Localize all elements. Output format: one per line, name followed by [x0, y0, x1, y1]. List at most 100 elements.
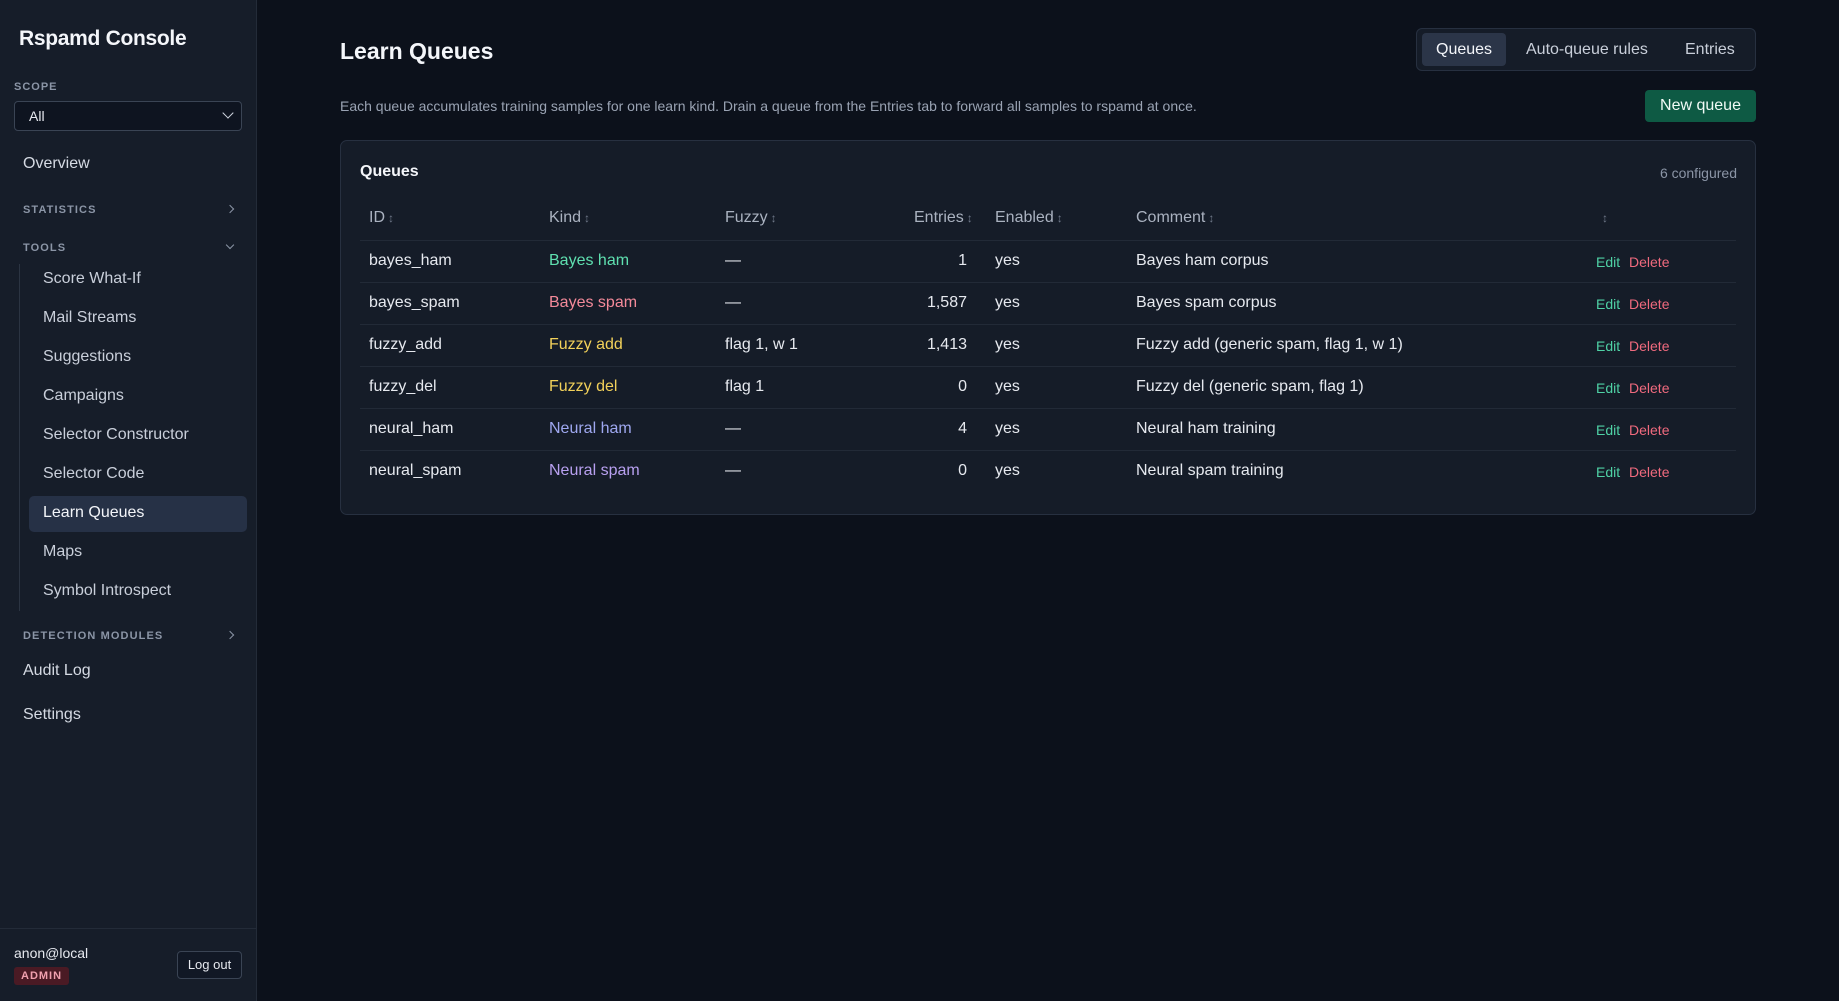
new-queue-button[interactable]: New queue: [1645, 90, 1756, 122]
queue-comment: Bayes spam corpus: [1136, 294, 1277, 311]
chevron-down-icon: [225, 240, 235, 250]
sidebar-item-maps[interactable]: Maps: [29, 535, 247, 571]
queue-enabled: yes: [995, 336, 1020, 353]
page-description: Each queue accumulates training samples …: [340, 98, 1197, 114]
sidebar-section-tools[interactable]: TOOLS: [23, 240, 235, 254]
delete-button[interactable]: Delete: [1629, 422, 1669, 438]
delete-button[interactable]: Delete: [1629, 338, 1669, 354]
queue-kind: Fuzzy del: [549, 378, 618, 395]
edit-button[interactable]: Edit: [1596, 296, 1620, 312]
queue-count: 6 configured: [1659, 165, 1737, 181]
queue-enabled: yes: [995, 462, 1020, 479]
chevron-right-icon: [225, 204, 235, 214]
queue-id: fuzzy_del: [369, 378, 437, 395]
sort-icon: ↕: [1056, 211, 1063, 225]
queue-entries: 4: [958, 420, 967, 437]
queue-id: bayes_ham: [369, 252, 452, 269]
tab-entries[interactable]: Entries: [1671, 33, 1749, 66]
scope-select[interactable]: All: [14, 101, 242, 131]
sidebar-section-label: TOOLS: [23, 242, 67, 254]
card-title: Queues: [360, 163, 419, 180]
table-row: bayes_ham Bayes ham — 1 yes Bayes ham co…: [360, 240, 1736, 282]
queue-comment: Neural ham training: [1136, 420, 1276, 437]
column-header-kind[interactable]: Kind ↕: [549, 209, 590, 227]
sort-icon: ↕: [1602, 211, 1608, 225]
queue-comment: Fuzzy del (generic spam, flag 1): [1136, 378, 1364, 395]
sidebar-item-selector-constructor[interactable]: Selector Constructor: [29, 418, 247, 454]
table-row: neural_spam Neural spam — 0 yes Neural s…: [360, 450, 1736, 492]
queue-entries: 0: [958, 378, 967, 395]
tab-auto-queue-rules[interactable]: Auto-queue rules: [1512, 33, 1662, 66]
queue-enabled: yes: [995, 252, 1020, 269]
queue-kind: Bayes ham: [549, 252, 630, 269]
delete-button[interactable]: Delete: [1629, 296, 1669, 312]
column-header-comment[interactable]: Comment ↕: [1136, 209, 1214, 227]
sidebar-item-campaigns[interactable]: Campaigns: [29, 379, 247, 415]
queue-id: neural_spam: [369, 462, 462, 479]
delete-button[interactable]: Delete: [1629, 380, 1669, 396]
queue-id: neural_ham: [369, 420, 454, 437]
delete-button[interactable]: Delete: [1629, 464, 1669, 480]
queues-card: Queues 6 configured ID ↕ Kind ↕ Fuzzy ↕ Ent…: [340, 140, 1756, 515]
sidebar-section-label: DETECTION MODULES: [23, 630, 164, 642]
queue-kind: Fuzzy add: [549, 336, 623, 353]
scope-label: SCOPE: [14, 81, 58, 93]
sort-icon: ↕: [770, 211, 777, 225]
sort-icon: ↕: [966, 211, 973, 225]
queue-id: bayes_spam: [369, 294, 460, 311]
queue-fuzzy: —: [725, 252, 741, 269]
edit-button[interactable]: Edit: [1596, 338, 1620, 354]
sidebar-section-detection-modules[interactable]: DETECTION MODULES: [23, 630, 235, 642]
scope-select-value: All: [29, 108, 45, 124]
queue-fuzzy: —: [725, 462, 741, 479]
queue-kind: Neural spam: [549, 462, 640, 479]
sidebar-item-audit-log[interactable]: Audit Log: [23, 662, 91, 680]
tab-queues[interactable]: Queues: [1422, 33, 1507, 66]
view-tabs: Queues Auto-queue rules Entries: [1416, 28, 1756, 71]
sidebar-footer: anon@local ADMIN Log out: [0, 928, 257, 1001]
queue-id: fuzzy_add: [369, 336, 442, 353]
table-row: fuzzy_del Fuzzy del flag 1 0 yes Fuzzy d…: [360, 366, 1736, 408]
queue-entries: 1,587: [926, 294, 967, 311]
table-row: neural_ham Neural ham — 4 yes Neural ham…: [360, 408, 1736, 450]
edit-button[interactable]: Edit: [1596, 254, 1620, 270]
column-header-actions[interactable]: ↕: [1599, 209, 1608, 227]
sidebar-item-overview[interactable]: Overview: [23, 155, 90, 173]
sidebar-item-suggestions[interactable]: Suggestions: [29, 340, 247, 376]
sidebar-item-mail-streams[interactable]: Mail Streams: [29, 301, 247, 337]
delete-button[interactable]: Delete: [1629, 254, 1669, 270]
table-row: fuzzy_add Fuzzy add flag 1, w 1 1,413 ye…: [360, 324, 1736, 366]
column-header-enabled[interactable]: Enabled ↕: [995, 209, 1063, 227]
queue-entries: 0: [958, 462, 967, 479]
sidebar-item-selector-code[interactable]: Selector Code: [29, 457, 247, 493]
queue-comment: Fuzzy add (generic spam, flag 1, w 1): [1136, 336, 1403, 353]
queue-kind: Neural ham: [549, 420, 632, 437]
queue-kind: Bayes spam: [549, 294, 638, 311]
edit-button[interactable]: Edit: [1596, 422, 1620, 438]
sidebar-section-statistics[interactable]: STATISTICS: [23, 204, 235, 216]
sidebar-item-learn-queues[interactable]: Learn Queues: [29, 496, 247, 532]
sidebar-section-label: STATISTICS: [23, 204, 97, 216]
sidebar-item-settings[interactable]: Settings: [23, 706, 81, 724]
column-header-entries[interactable]: Entries ↕: [914, 209, 973, 227]
edit-button[interactable]: Edit: [1596, 464, 1620, 480]
edit-button[interactable]: Edit: [1596, 380, 1620, 396]
queue-entries: 1,413: [926, 336, 967, 353]
queue-enabled: yes: [995, 378, 1020, 395]
queue-fuzzy: —: [725, 420, 741, 437]
chevron-down-icon: [222, 107, 234, 119]
logout-button[interactable]: Log out: [177, 951, 242, 979]
queue-comment: Neural spam training: [1136, 462, 1284, 479]
sort-icon: ↕: [388, 211, 394, 225]
queue-enabled: yes: [995, 294, 1020, 311]
sidebar: Rspamd Console SCOPE All Overview STATIS…: [0, 0, 257, 1001]
user-name: anon@local: [14, 945, 89, 961]
sidebar-item-score-what-if[interactable]: Score What-If: [29, 262, 247, 298]
chevron-right-icon: [225, 630, 235, 640]
column-header-id[interactable]: ID ↕: [369, 209, 394, 227]
queue-fuzzy: flag 1, w 1: [725, 336, 798, 353]
queue-fuzzy: flag 1: [725, 378, 765, 395]
sort-icon: ↕: [584, 211, 591, 225]
sidebar-item-symbol-introspect[interactable]: Symbol Introspect: [29, 574, 247, 610]
column-header-fuzzy[interactable]: Fuzzy ↕: [725, 209, 777, 227]
